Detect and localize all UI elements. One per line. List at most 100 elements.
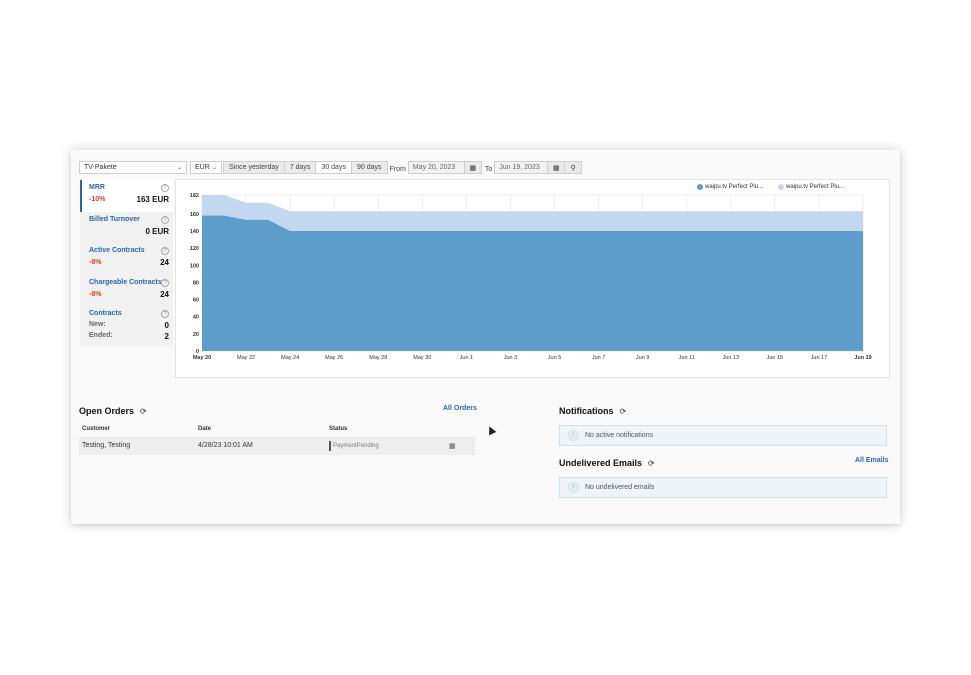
y-tick-label: 20 [193, 332, 199, 338]
kpi-contracts[interactable]: Contracts ? New: 0 Ended: 2 [80, 306, 173, 346]
contracts-ended-label: Ended: [89, 332, 113, 339]
notifications-title: Notifications ⟳ [559, 406, 626, 416]
chevron-down-icon: ⌄ [211, 165, 217, 171]
from-date-input[interactable]: May 20, 2023 [407, 161, 465, 174]
notifications-empty: i No active notifications [559, 425, 887, 446]
x-tick-label: Jun 17 [811, 355, 828, 361]
range-since-yesterday-button[interactable]: Since yesterday [223, 161, 285, 174]
column-header-customer: Customer [82, 426, 111, 432]
contracts-new-value: 0 [164, 321, 169, 330]
notifications-title-text: Notifications [559, 406, 614, 416]
emails-empty: i No undelivered emails [559, 477, 887, 498]
range-7-days-button[interactable]: 7 days [283, 161, 317, 174]
y-tick-label: 100 [190, 263, 199, 269]
legend-swatch [697, 184, 703, 190]
contracts-ended-row: Ended: 2 [89, 332, 173, 341]
all-orders-link[interactable]: All Orders [443, 405, 477, 412]
column-header-date: Date [198, 426, 212, 432]
y-tick-label: 40 [193, 315, 199, 321]
x-tick-label: May 26 [325, 355, 343, 361]
kpi-active-contracts[interactable]: Active Contracts ? -8% 24 [80, 243, 173, 275]
all-emails-link[interactable]: All Emails [855, 457, 888, 464]
x-tick-label: Jun 5 [548, 355, 561, 361]
info-icon: i [568, 482, 579, 493]
x-tick-label: Jun 3 [504, 355, 517, 361]
kpi-mrr[interactable]: MRR ? -10% 163 EUR [80, 180, 173, 212]
notifications-empty-text: No active notifications [585, 432, 654, 439]
contracts-new-row: New: 0 [89, 321, 173, 330]
y-tick-label: 80 [193, 280, 199, 286]
product-select[interactable]: TV-Pakete ⌄ [79, 161, 187, 174]
open-orders-title: Open Orders ⟳ [79, 406, 147, 416]
chevron-down-icon: ⌄ [176, 165, 182, 171]
refresh-icon[interactable]: ⟳ [620, 407, 627, 416]
order-customer: Testing, Testing [82, 442, 131, 449]
search-icon[interactable]: ⚲ [564, 161, 583, 174]
kpi-billed-turnover[interactable]: Billed Turnover ? 0 EUR [80, 211, 173, 243]
x-tick-label: Jun 9 [636, 355, 649, 361]
x-tick-label: Jun 1 [460, 355, 473, 361]
kpi-value: 0 EUR [145, 226, 169, 236]
kpi-change: -8% [89, 259, 102, 266]
table-row[interactable]: Testing, Testing 4/28/23 10:01 AM Paymen… [79, 437, 475, 455]
help-icon[interactable]: ? [161, 184, 169, 192]
to-label: To [484, 166, 493, 173]
x-tick-label: Jun 19 [854, 355, 871, 361]
help-icon[interactable]: ? [161, 278, 169, 287]
y-tick-label: 182 [190, 193, 199, 199]
dashboard-card: TV-Pakete ⌄ EUR ⌄ Since yesterday 7 days… [71, 150, 900, 524]
range-30-days-button[interactable]: 30 days [315, 161, 352, 174]
legend-label: waipu.tv Perfect Plu... [705, 184, 764, 190]
y-tick-label: 60 [193, 298, 199, 304]
info-icon: i [568, 430, 579, 441]
range-90-days-button[interactable]: 90 days [350, 161, 388, 174]
x-tick-label: Jun 13 [723, 355, 740, 361]
area-series-1 [202, 215, 863, 351]
from-label: From [389, 166, 406, 173]
contracts-new-label: New: [89, 321, 106, 328]
y-tick-label: 140 [190, 229, 199, 235]
help-icon[interactable]: ? [161, 310, 169, 318]
help-icon[interactable]: ? [161, 215, 169, 224]
refresh-icon[interactable]: ⟳ [140, 407, 147, 416]
currency-select[interactable]: EUR ⌄ [190, 161, 222, 174]
contracts-ended-value: 2 [164, 332, 169, 341]
kpi-value: 24 [160, 289, 169, 299]
legend-item-series-2[interactable]: waipu.tv Perfect Plu... [778, 184, 844, 190]
refresh-icon[interactable]: ⟳ [648, 459, 655, 468]
x-tick-label: Jun 15 [767, 355, 784, 361]
kpi-change: -8% [89, 290, 102, 298]
calendar-icon[interactable]: ▦ [547, 161, 566, 174]
kpi-value: 24 [160, 258, 169, 267]
legend-swatch [778, 184, 784, 190]
x-tick-label: May 22 [237, 355, 255, 361]
kpi-value: 163 EUR [136, 195, 169, 204]
order-date: 4/28/23 10:01 AM [198, 442, 253, 449]
filter-toolbar: TV-Pakete ⌄ EUR ⌄ Since yesterday 7 days… [79, 160, 583, 175]
order-status: PaymentPending [329, 441, 379, 451]
x-tick-label: Jun 11 [679, 355, 695, 361]
legend-item-series-1[interactable]: waipu.tv Perfect Plu... [697, 184, 763, 190]
to-date-input[interactable]: Jun 19, 2023 [494, 161, 549, 174]
x-tick-label: May 24 [281, 355, 299, 361]
open-orders-title-text: Open Orders [79, 406, 135, 416]
calendar-icon[interactable]: ▦ [449, 442, 456, 450]
emails-empty-text: No undelivered emails [585, 484, 655, 491]
legend-label: waipu.tv Perfect Plu... [786, 184, 845, 190]
calendar-icon[interactable]: ▦ [463, 161, 482, 174]
column-header-status: Status [329, 426, 348, 432]
mrr-chart: waipu.tv Perfect Plu... waipu.tv Perfect… [175, 179, 890, 378]
mouse-cursor [485, 424, 497, 436]
x-tick-label: Jun 7 [592, 355, 605, 361]
help-icon[interactable]: ? [161, 247, 169, 255]
y-tick-label: 160 [190, 212, 199, 218]
undelivered-emails-title: Undelivered Emails ⟳ [559, 458, 655, 468]
undelivered-emails-title-text: Undelivered Emails [559, 458, 643, 468]
kpi-chargeable-contracts[interactable]: Chargeable Contracts ? -8% 24 [80, 274, 173, 306]
chart-plot: 020406080100120140160182May 20 May 22 May … [190, 193, 872, 361]
product-select-value: TV-Pakete [84, 164, 117, 171]
x-tick-label: May 30 [413, 355, 431, 361]
y-tick-label: 120 [190, 246, 199, 252]
kpi-panel: MRR ? -10% 163 EUR Billed Turnover ? 0 E… [80, 180, 173, 346]
currency-select-value: EUR [195, 164, 210, 171]
